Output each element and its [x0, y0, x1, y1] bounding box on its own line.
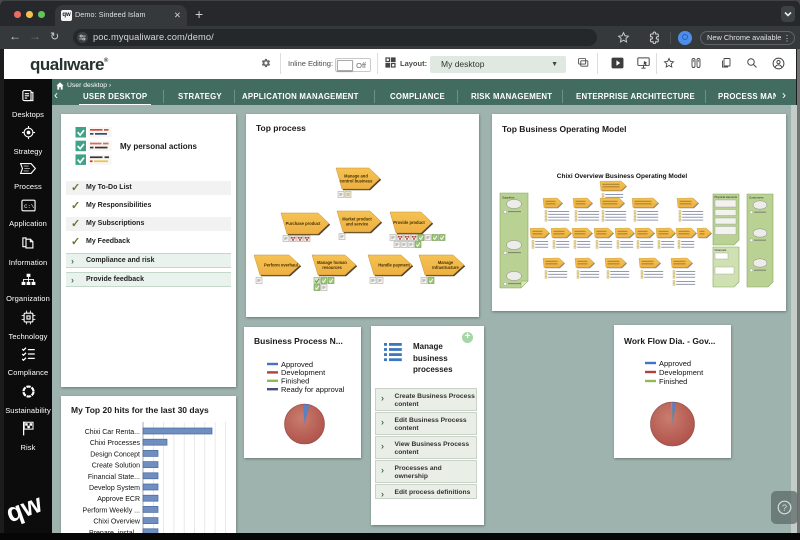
svg-text:resources: resources	[322, 265, 342, 270]
svg-text:Finished: Finished	[659, 377, 687, 386]
svg-text:Perform overhaul: Perform overhaul	[264, 262, 298, 267]
svg-text:Infrastructure: Infrastructure	[432, 265, 459, 270]
svg-text:Perform Weekly ...: Perform Weekly ...	[83, 507, 140, 514]
svg-text:Approved: Approved	[659, 359, 691, 368]
svg-text:Customers: Customers	[749, 196, 764, 200]
svg-text:Chixi Processes: Chixi Processes	[90, 440, 141, 447]
svg-text:C:\: C:\	[24, 203, 35, 210]
svg-text:Approve ECR: Approve ECR	[97, 496, 140, 503]
svg-text:Chixi Overview Business Operat: Chixi Overview Business Operating Model	[557, 173, 688, 180]
svg-text:Physical elements: Physical elements	[715, 195, 738, 199]
svg-text:Chixi Car Renta...: Chixi Car Renta...	[85, 429, 140, 436]
svg-text:Handle payment: Handle payment	[378, 262, 410, 267]
svg-text:Provide product: Provide product	[393, 220, 425, 225]
svg-text:Financial State...: Financial State...	[88, 474, 140, 481]
svg-text:control business: control business	[340, 179, 373, 184]
svg-text:?: ?	[782, 503, 787, 513]
svg-text:Design Concept: Design Concept	[90, 451, 140, 458]
svg-text:Suppliers: Suppliers	[502, 196, 515, 200]
svg-text:Purchase product: Purchase product	[286, 221, 321, 226]
svg-text:Ready for approval: Ready for approval	[281, 385, 345, 394]
svg-text:and service: and service	[346, 222, 369, 227]
svg-text:Develop System: Develop System	[89, 485, 140, 492]
svg-text:Development: Development	[659, 368, 704, 377]
svg-text:Channels: Channels	[715, 248, 727, 252]
svg-text:Chixi Overview: Chixi Overview	[93, 519, 141, 526]
svg-text:Create Solution: Create Solution	[92, 463, 140, 470]
